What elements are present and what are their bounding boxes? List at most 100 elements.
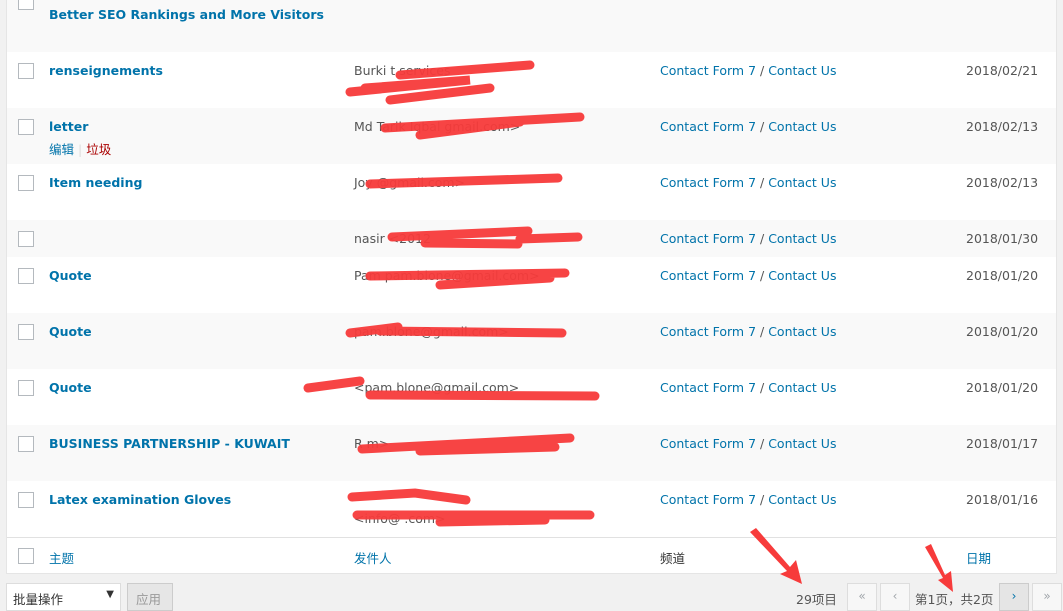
row-checkbox[interactable] [18, 380, 34, 396]
channel-page-link[interactable]: Contact Us [768, 231, 836, 246]
item-count: 29项目 [796, 592, 837, 607]
column-sender[interactable]: 发件人 [354, 548, 392, 567]
table-row: Quote pam.blone@gmail.com> Contact Form 7… [7, 313, 1056, 369]
channel-separator: / [756, 63, 769, 78]
channel-form-link[interactable]: Contact Form 7 [660, 63, 756, 78]
sender: Md Tarik Iqbal gmail.com> [354, 119, 521, 134]
last-page-button[interactable]: » [1032, 583, 1062, 611]
channel: Contact Form 7 / Contact Us [660, 119, 836, 134]
bulk-actions-label: 批量操作 [13, 592, 64, 607]
apply-button[interactable]: 应用 [127, 583, 173, 611]
channel: Contact Form 7 / Contact Us [660, 175, 836, 190]
channel-separator: / [756, 119, 769, 134]
column-date[interactable]: 日期 [966, 548, 991, 567]
sender: pam.blone@gmail.com> [354, 324, 509, 339]
prev-page-button[interactable]: ‹ [880, 583, 910, 611]
column-channel: 频道 [660, 551, 686, 566]
channel-page-link[interactable]: Contact Us [768, 175, 836, 190]
message-title-link[interactable]: BUSINESS PARTNERSHIP - KUWAIT [49, 436, 290, 451]
channel-separator: / [756, 380, 769, 395]
row-checkbox[interactable] [18, 175, 34, 191]
column-subject[interactable]: 主题 [49, 548, 74, 567]
sender: <pam.blone@gmail.com> [354, 380, 520, 395]
row-checkbox[interactable] [18, 324, 34, 340]
tablenav: 批量操作 ▼ 应用 29项目 « ‹ 第1页，共2页 › » [0, 573, 1063, 611]
row-checkbox[interactable] [18, 231, 34, 247]
chevron-down-icon: ▼ [106, 589, 114, 600]
table-row: Latex examination Gloves <info@ .com> Con… [7, 481, 1056, 537]
channel-form-link[interactable]: Contact Form 7 [660, 492, 756, 507]
date: 2018/02/21 [966, 63, 1039, 78]
row-checkbox[interactable] [18, 0, 34, 10]
date: 2018/01/20 [966, 380, 1039, 395]
sender: nasir <2012 [354, 231, 431, 246]
table-row: Better SEO Rankings and More Visitors [7, 0, 1056, 52]
select-all-checkbox[interactable] [18, 548, 34, 564]
message-title-link[interactable]: Quote [49, 380, 92, 395]
channel-separator: / [756, 436, 769, 451]
message-title-link[interactable]: Item needing [49, 175, 142, 190]
channel-separator: / [756, 268, 769, 283]
channel-separator: / [756, 231, 769, 246]
channel-separator: / [756, 175, 769, 190]
table-row: Quote <pam.blone@gmail.com> Contact Form … [7, 369, 1056, 425]
channel-page-link[interactable]: Contact Us [768, 492, 836, 507]
message-title-link[interactable]: Quote [49, 268, 92, 283]
messages-table: Better SEO Rankings and More Visitors re… [6, 0, 1057, 574]
message-title-link[interactable]: Latex examination Gloves [49, 492, 231, 507]
page-info: 第1页，共2页 [915, 592, 994, 607]
channel-form-link[interactable]: Contact Form 7 [660, 119, 756, 134]
channel-page-link[interactable]: Contact Us [768, 324, 836, 339]
message-title-link[interactable]: Better SEO Rankings and More Visitors [49, 7, 324, 22]
channel: Contact Form 7 / Contact Us [660, 492, 836, 507]
row-checkbox[interactable] [18, 492, 34, 508]
channel-page-link[interactable]: Contact Us [768, 380, 836, 395]
channel: Contact Form 7 / Contact Us [660, 231, 836, 246]
sender: Burki t services [354, 63, 451, 78]
first-page-button[interactable]: « [847, 583, 877, 611]
date: 2018/01/17 [966, 436, 1039, 451]
date: 2018/01/20 [966, 324, 1039, 339]
table-row: letter Md Tarik Iqbal gmail.com> Contact … [7, 108, 1056, 164]
channel-separator: / [756, 324, 769, 339]
row-actions: 编辑 | 垃圾 [49, 139, 111, 158]
channel: Contact Form 7 / Contact Us [660, 380, 836, 395]
channel: Contact Form 7 / Contact Us [660, 63, 836, 78]
bulk-actions-select[interactable]: 批量操作 ▼ [6, 583, 121, 611]
next-page-button[interactable]: › [999, 583, 1029, 611]
date: 2018/01/16 [966, 492, 1039, 507]
channel-page-link[interactable]: Contact Us [768, 436, 836, 451]
trash-link[interactable]: 垃圾 [86, 142, 111, 157]
date: 2018/01/20 [966, 268, 1039, 283]
divider: | [78, 142, 83, 157]
table-row: BUSINESS PARTNERSHIP - KUWAIT R m> Contac… [7, 425, 1056, 481]
channel-page-link[interactable]: Contact Us [768, 63, 836, 78]
message-title-link[interactable]: Quote [49, 324, 92, 339]
table-row: renseignements Burki t services Contact F… [7, 52, 1056, 108]
row-checkbox[interactable] [18, 268, 34, 284]
table-row: nasir <2012 Contact Form 7 / Contact Us 2… [7, 220, 1056, 257]
channel-form-link[interactable]: Contact Form 7 [660, 175, 756, 190]
channel-form-link[interactable]: Contact Form 7 [660, 231, 756, 246]
table-footer: 主题 发件人 频道 日期 [7, 537, 1056, 573]
channel-page-link[interactable]: Contact Us [768, 119, 836, 134]
channel-form-link[interactable]: Contact Form 7 [660, 436, 756, 451]
sender: R m> [354, 436, 390, 451]
table-row: Item needing Joy @gmail.com> Contact Form… [7, 164, 1056, 220]
sender-email: <info@ .com> [354, 511, 446, 526]
sender: Pam pam.blone@gmail.com> [354, 268, 540, 283]
date: 2018/01/30 [966, 231, 1039, 246]
channel-form-link[interactable]: Contact Form 7 [660, 268, 756, 283]
edit-link[interactable]: 编辑 [49, 142, 74, 157]
channel-form-link[interactable]: Contact Form 7 [660, 380, 756, 395]
row-checkbox[interactable] [18, 436, 34, 452]
channel: Contact Form 7 / Contact Us [660, 436, 836, 451]
channel: Contact Form 7 / Contact Us [660, 324, 836, 339]
channel: Contact Form 7 / Contact Us [660, 268, 836, 283]
channel-page-link[interactable]: Contact Us [768, 268, 836, 283]
message-title-link[interactable]: letter [49, 119, 88, 134]
row-checkbox[interactable] [18, 63, 34, 79]
channel-form-link[interactable]: Contact Form 7 [660, 324, 756, 339]
message-title-link[interactable]: renseignements [49, 63, 163, 78]
row-checkbox[interactable] [18, 119, 34, 135]
